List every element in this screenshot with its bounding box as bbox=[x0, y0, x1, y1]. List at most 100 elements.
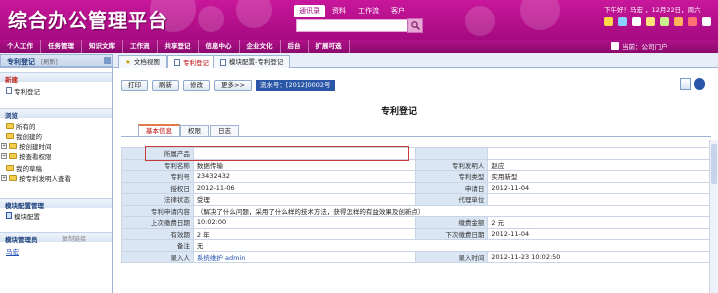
home-icon[interactable] bbox=[604, 17, 613, 26]
document-icon bbox=[6, 87, 12, 94]
section-title: 模块配置管理 bbox=[5, 202, 44, 210]
tab-log[interactable]: 日志 bbox=[210, 125, 239, 136]
folder-icon bbox=[6, 122, 14, 129]
help-icon[interactable] bbox=[702, 17, 711, 26]
search-button[interactable] bbox=[407, 18, 423, 33]
tab-document-view[interactable]: ★ 文档视图 bbox=[118, 55, 167, 68]
user-greeting: 下午好！马宏 ，12月22日，周六 bbox=[604, 6, 701, 14]
top-tab-files[interactable]: 资料 bbox=[327, 5, 351, 17]
checkbox-icon bbox=[611, 42, 619, 50]
field-label: 下次缴费日期 bbox=[415, 227, 489, 240]
tab-label: 文档视图 bbox=[133, 58, 160, 66]
header-decoration bbox=[465, 6, 495, 36]
export-icon[interactable] bbox=[680, 78, 691, 90]
more-button[interactable]: 更多>> bbox=[214, 80, 252, 91]
search-icon bbox=[411, 21, 420, 30]
field-label: 代理单位 bbox=[415, 193, 489, 206]
highlight-box bbox=[145, 146, 409, 161]
expand-icon[interactable]: + bbox=[1, 152, 7, 159]
header-decoration bbox=[520, 0, 560, 30]
help-icon[interactable] bbox=[694, 78, 705, 90]
top-tab-customers[interactable]: 客户 bbox=[386, 5, 410, 17]
tab-module-config[interactable]: 模块配置-专利登记 bbox=[213, 55, 291, 68]
field-value: 受理 bbox=[192, 193, 417, 206]
field-value bbox=[487, 193, 711, 206]
nav-info-center[interactable]: 信息中心 bbox=[199, 40, 240, 53]
vertical-scrollbar[interactable] bbox=[709, 140, 718, 293]
refresh-button[interactable]: 刷新 bbox=[152, 80, 179, 91]
field-value: 10:02:00 bbox=[192, 216, 417, 229]
field-value-link[interactable]: 系统维护 admin bbox=[192, 250, 417, 263]
sidebar-refresh-link[interactable]: [刷新] bbox=[41, 57, 58, 66]
nav-shared-register[interactable]: 共享登记 bbox=[158, 40, 199, 53]
field-value: 2 年 bbox=[192, 227, 417, 240]
field-value: 无 bbox=[192, 239, 712, 252]
sidebar: 新建 专利登记 浏览 所有的 我创建的 + 按创建时间 + 按查看权限 我的草稿 +… bbox=[0, 68, 113, 293]
sidebar-item-all[interactable]: 所有的 bbox=[6, 121, 36, 131]
nav-knowledge-base[interactable]: 知识文库 bbox=[82, 40, 123, 53]
folder-icon[interactable] bbox=[646, 17, 655, 26]
nav-culture[interactable]: 企业文化 bbox=[240, 40, 281, 53]
sidebar-item-module-config[interactable]: 模块配置 bbox=[6, 211, 40, 221]
sidebar-header: 专利登记 [刷新] bbox=[0, 54, 113, 67]
sidebar-item-label: 我创建的 bbox=[16, 132, 42, 141]
edit-button[interactable]: 修改 bbox=[183, 80, 210, 91]
field-value: 2012-11-04 bbox=[487, 181, 711, 194]
sidebar-item-label: 我的草稿 bbox=[16, 164, 42, 173]
sidebar-title: 专利登记 bbox=[7, 58, 35, 66]
tab-permissions[interactable]: 权限 bbox=[180, 125, 209, 136]
sidebar-item-by-created-time[interactable]: + 按创建时间 bbox=[1, 141, 52, 151]
table-row: 备注无 bbox=[121, 239, 712, 252]
field-label: 专利号 bbox=[121, 170, 194, 183]
nav-extensions[interactable]: 扩展可选 bbox=[309, 40, 350, 53]
calendar-icon[interactable] bbox=[632, 17, 641, 26]
nav-personal-work[interactable]: 个人工作 bbox=[0, 40, 41, 53]
sidebar-item-drafts[interactable]: 我的草稿 bbox=[6, 163, 42, 173]
top-tab-contacts[interactable]: 通讯录 bbox=[294, 5, 325, 17]
field-label: 法律状态 bbox=[121, 193, 194, 206]
field-label: 上次缴费日期 bbox=[121, 216, 194, 229]
tab-basic-info[interactable]: 基本信息 bbox=[138, 124, 180, 136]
sidebar-item-label: 按查看权限 bbox=[19, 152, 52, 161]
field-value: 2012-11-06 bbox=[192, 181, 417, 194]
nav-workflow[interactable]: 工作流 bbox=[123, 40, 158, 53]
sidebar-section-new: 新建 bbox=[0, 72, 112, 84]
sidebar-item-created-by-me[interactable]: 我创建的 bbox=[6, 131, 42, 141]
field-label: 缴费金额 bbox=[415, 216, 489, 229]
current-position[interactable]: 当前：公司门户 bbox=[611, 41, 668, 51]
field-value: 赵应 bbox=[487, 158, 711, 171]
sidebar-item-label: 专利登记 bbox=[14, 87, 40, 96]
star-icon: ★ bbox=[125, 58, 131, 66]
settings-icon[interactable] bbox=[674, 17, 683, 26]
search-input[interactable] bbox=[296, 19, 408, 32]
field-value: （解决了什么问题，采用了什么样的技术方法，获得怎样的有益效果及创新点） bbox=[192, 204, 712, 217]
chat-icon[interactable] bbox=[660, 17, 669, 26]
mail-icon[interactable] bbox=[618, 17, 627, 26]
print-button[interactable]: 打印 bbox=[121, 80, 148, 91]
section-title: 新建 bbox=[5, 76, 18, 84]
folder-icon bbox=[6, 164, 14, 171]
expand-icon[interactable]: + bbox=[1, 142, 7, 149]
top-tab-workflow[interactable]: 工作流 bbox=[353, 5, 384, 17]
folder-icon bbox=[9, 174, 17, 181]
sidebar-item-label: 所有的 bbox=[16, 122, 36, 131]
field-label: 录入时间 bbox=[415, 250, 489, 263]
field-label: 录入人 bbox=[121, 250, 194, 263]
scrollbar-thumb[interactable] bbox=[711, 144, 717, 184]
serial-number-badge: 流水号：[2012]0002号 bbox=[255, 80, 335, 91]
sidebar-item-by-permission[interactable]: + 按查看权限 bbox=[1, 151, 52, 161]
nav-task-management[interactable]: 任务管理 bbox=[41, 40, 82, 53]
admin-name-link[interactable]: 马宏 bbox=[6, 246, 19, 256]
nav-backend[interactable]: 后台 bbox=[281, 40, 309, 53]
tab-patent-register[interactable]: 专利登记 bbox=[167, 55, 216, 69]
copy-link[interactable]: 复制链接 bbox=[62, 234, 86, 243]
sidebar-item-by-inventor[interactable]: + 按专利发明人查看 bbox=[1, 173, 71, 183]
power-icon[interactable] bbox=[688, 17, 697, 26]
sidebar-item-new-patent[interactable]: 专利登记 bbox=[6, 86, 40, 96]
tab-label: 模块配置-专利登记 bbox=[229, 58, 284, 66]
section-title: 浏览 bbox=[5, 112, 18, 120]
expand-icon[interactable]: + bbox=[1, 174, 7, 181]
header-decoration bbox=[236, 0, 272, 28]
field-label: 专利发明人 bbox=[415, 158, 489, 171]
collapse-icon[interactable] bbox=[104, 57, 111, 64]
